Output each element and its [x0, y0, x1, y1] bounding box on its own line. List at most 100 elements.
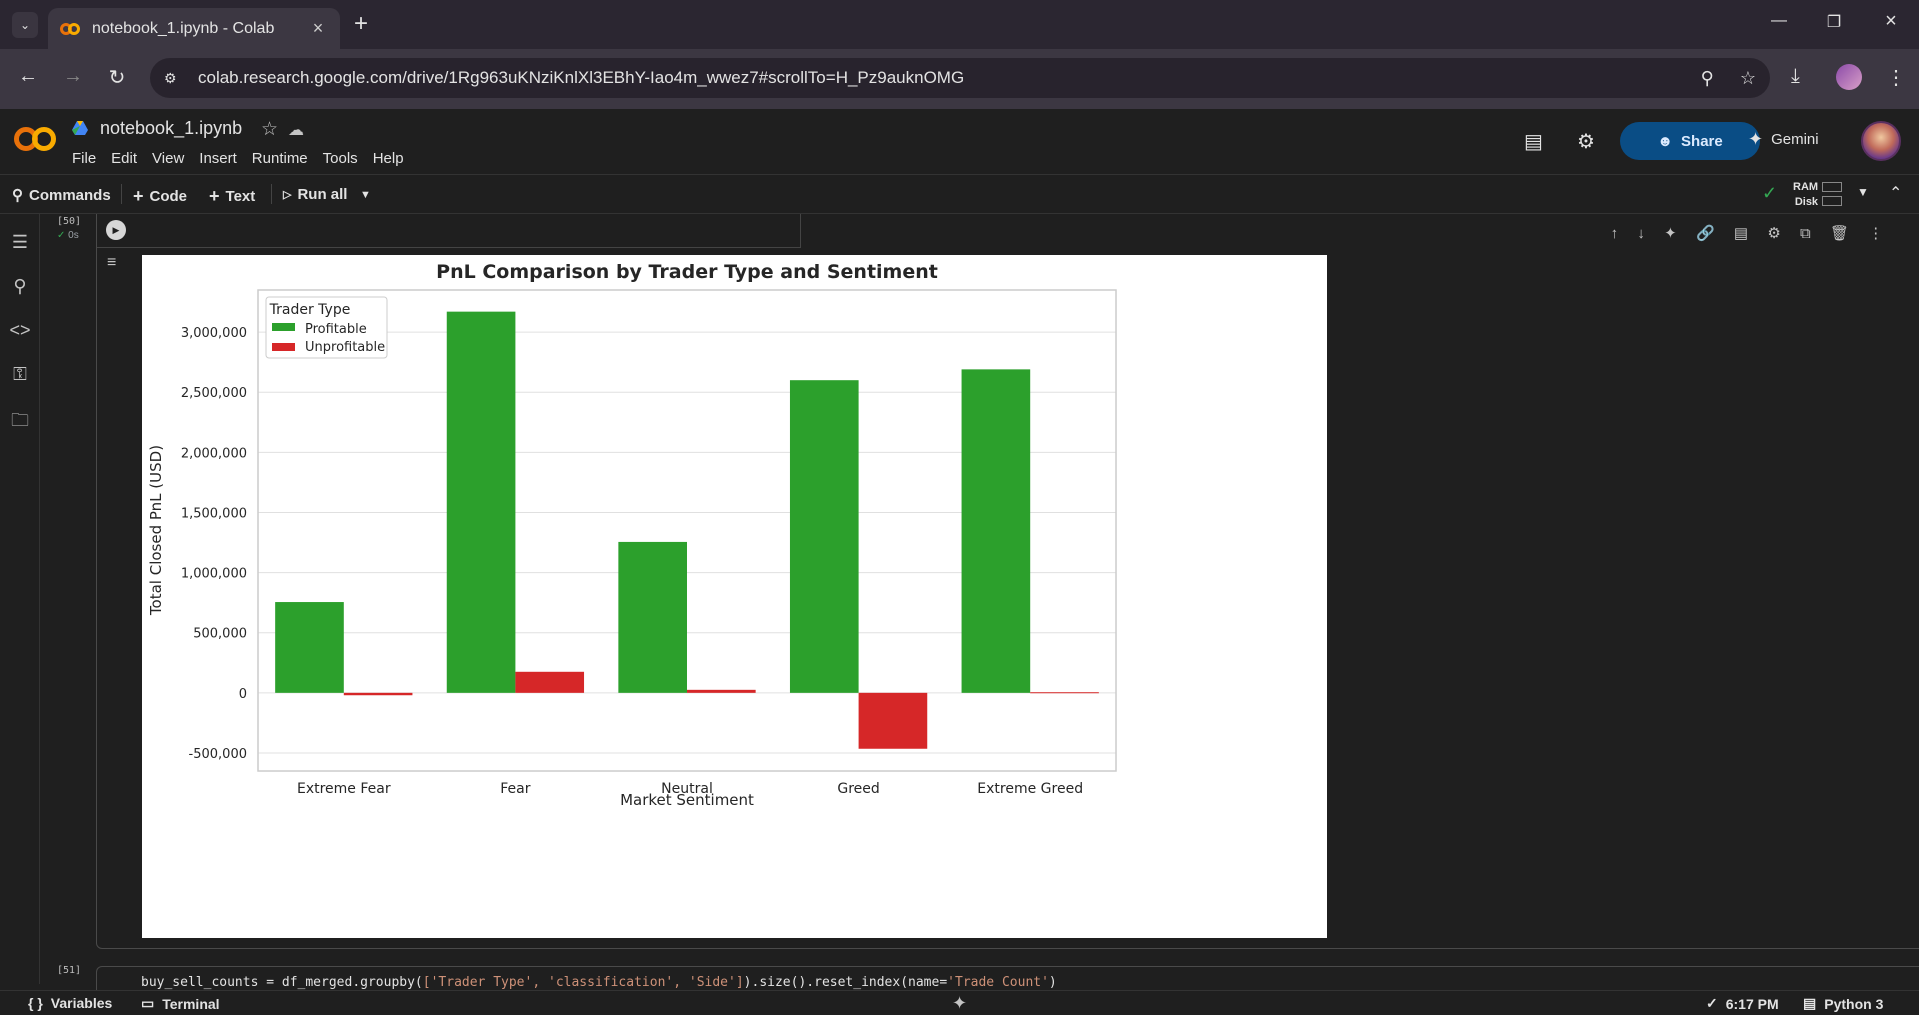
code-editor-tail[interactable] [97, 214, 801, 248]
gemini-spark-icon[interactable]: ✦ [952, 993, 967, 1014]
success-check-icon: ✓ [57, 230, 66, 241]
next-code-line[interactable]: buy_sell_counts = df_merged.groupby(['Tr… [141, 975, 1057, 990]
tab-search-button[interactable]: ⌄ [12, 12, 38, 38]
mirror-cell-icon[interactable]: ⧉ [1800, 225, 1811, 242]
runtime-dropdown-icon[interactable]: ▼ [1857, 185, 1869, 199]
table-of-contents-icon[interactable]: ☰ [9, 232, 31, 253]
terminal-icon: ▭ [141, 995, 155, 1011]
terminal-label: Terminal [162, 995, 220, 1012]
move-up-icon[interactable]: ↑ [1611, 225, 1619, 242]
menu-insert[interactable]: Insert [199, 150, 237, 167]
bar-unprofitable-greed [858, 692, 928, 749]
y-tick-labels: -500,000 0 500,000 1,000,000 1,500,000 2,000,… [181, 326, 247, 762]
reload-icon[interactable]: ↻ [103, 65, 131, 90]
browser-menu-icon[interactable]: ⋮ [1886, 65, 1906, 90]
bar-chart: -500,000 0 500,000 1,000,000 1,500,000 2,000,… [147, 261, 1117, 809]
more-options-icon[interactable]: ⋮ [1868, 224, 1883, 242]
bar-unprofitable-extreme-greed [1030, 692, 1099, 694]
run-all-button[interactable]: ▷ Run all [283, 186, 347, 203]
plus-icon: + [209, 186, 220, 206]
browser-profile-avatar[interactable] [1836, 64, 1862, 90]
download-icon[interactable]: ⤓ [1791, 65, 1800, 88]
bar-profitable-fear [446, 311, 516, 693]
menu-view[interactable]: View [152, 150, 184, 167]
browser-tab-bar: ⌄ notebook_1.ipynb - Colab × + — ❐ × [0, 0, 1919, 49]
bar-unprofitable-fear [515, 671, 585, 693]
chart-title: PnL Comparison by Trader Type and Sentim… [436, 261, 938, 283]
tab-close-icon[interactable]: × [308, 18, 328, 39]
legend-title: Trader Type [269, 302, 351, 318]
people-icon: ☻ [1657, 132, 1674, 150]
y-tick-label: 1,000,000 [181, 567, 247, 582]
find-replace-icon[interactable]: ⚲ [9, 276, 31, 297]
text-label: Text [225, 188, 256, 205]
runtime-status[interactable]: ▤ Python 3 [1803, 995, 1883, 1012]
collapse-header-icon[interactable]: ⌃ [1889, 183, 1902, 203]
colab-favicon-icon [60, 22, 80, 35]
cell-settings-icon[interactable]: ⚙ [1767, 224, 1780, 242]
omnibox[interactable]: ⚙ colab.research.google.com/drive/1Rg963… [150, 58, 1770, 98]
link-icon[interactable]: 🔗 [1696, 224, 1715, 242]
gemini-button[interactable]: ✦ Gemini [1748, 129, 1819, 150]
colab-logo-icon[interactable] [14, 127, 56, 151]
user-avatar[interactable] [1861, 121, 1901, 161]
output-actions-icon[interactable]: ≡ [107, 254, 116, 272]
execution-status: ✓ 0s [57, 230, 79, 241]
variables-button[interactable]: { } Variables [28, 995, 112, 1011]
site-info-icon[interactable]: ⚙ [164, 70, 186, 87]
move-down-icon[interactable]: ↓ [1637, 225, 1645, 242]
notebook-title[interactable]: notebook_1.ipynb [100, 118, 242, 139]
legend-label-unprofitable: Unprofitable [305, 340, 385, 355]
code-token: ) [1048, 975, 1057, 990]
terminal-button[interactable]: ▭ Terminal [141, 995, 220, 1012]
toolbar-divider [121, 184, 122, 204]
star-icon[interactable]: ☆ [261, 118, 278, 141]
run-cell-button[interactable]: ▶ [106, 220, 126, 240]
add-code-button[interactable]: + Code [133, 186, 187, 207]
tab-title: notebook_1.ipynb - Colab [92, 19, 275, 37]
run-all-dropdown-icon[interactable]: ▼ [360, 189, 371, 201]
legend-swatch-profitable [272, 323, 295, 331]
bookmark-star-icon[interactable]: ☆ [1740, 68, 1756, 89]
y-tick-label: 2,000,000 [181, 446, 247, 461]
share-button[interactable]: ☻ Share [1620, 122, 1760, 160]
menu-tools[interactable]: Tools [323, 150, 358, 167]
browser-tab[interactable]: notebook_1.ipynb - Colab × [48, 8, 340, 49]
menu-file[interactable]: File [72, 150, 96, 167]
url-text[interactable]: colab.research.google.com/drive/1Rg963uK… [198, 68, 1675, 88]
restore-icon[interactable]: ❐ [1819, 12, 1849, 32]
minimize-icon[interactable]: — [1764, 12, 1794, 30]
window-close-icon[interactable]: × [1876, 10, 1906, 33]
new-tab-icon[interactable]: + [354, 10, 368, 38]
comment-icon[interactable]: ▤ [1734, 224, 1748, 242]
comments-icon[interactable]: ▤ [1524, 129, 1543, 154]
x-axis-label: Market Sentiment [620, 791, 754, 809]
delete-icon[interactable]: 🗑 [1830, 224, 1849, 242]
back-icon[interactable]: ← [14, 65, 42, 88]
code-snippets-icon[interactable]: <> [9, 320, 31, 341]
legend: Trader Type Profitable Unprofitable [265, 296, 388, 359]
settings-gear-icon[interactable]: ⚙ [1577, 129, 1595, 154]
commands-button[interactable]: ⚲ Commands [12, 186, 111, 205]
address-bar-row: ← → ↻ ⚙ colab.research.google.com/drive/… [0, 49, 1919, 109]
bars [275, 311, 1099, 749]
resource-monitor[interactable]: RAM Disk [1793, 180, 1818, 210]
execution-time-status[interactable]: ✓ 6:17 PM [1706, 995, 1779, 1012]
forward-icon[interactable]: → [59, 65, 87, 88]
play-icon: ▷ [283, 189, 292, 201]
plus-icon: + [133, 186, 144, 206]
menu-runtime[interactable]: Runtime [252, 150, 308, 167]
files-folder-icon[interactable]: 🗀 [9, 408, 31, 438]
zoom-icon[interactable]: ⚲ [1701, 68, 1714, 89]
colab-header: notebook_1.ipynb ☆ ☁ File Edit View Inse… [0, 109, 1919, 174]
play-icon: ▶ [112, 224, 120, 235]
execution-time: 0s [68, 230, 79, 241]
secrets-key-icon[interactable]: ⚿ [9, 364, 31, 385]
y-tick-label: 2,500,000 [181, 386, 247, 401]
menu-help[interactable]: Help [373, 150, 404, 167]
menu-edit[interactable]: Edit [111, 150, 137, 167]
gemini-cell-icon[interactable]: ✦ [1664, 224, 1677, 242]
code-token: ).size().reset_index(name= [743, 975, 948, 990]
add-text-button[interactable]: + Text [209, 186, 255, 207]
left-sidebar: ☰ ⚲ <> ⚿ 🗀 [0, 214, 40, 984]
